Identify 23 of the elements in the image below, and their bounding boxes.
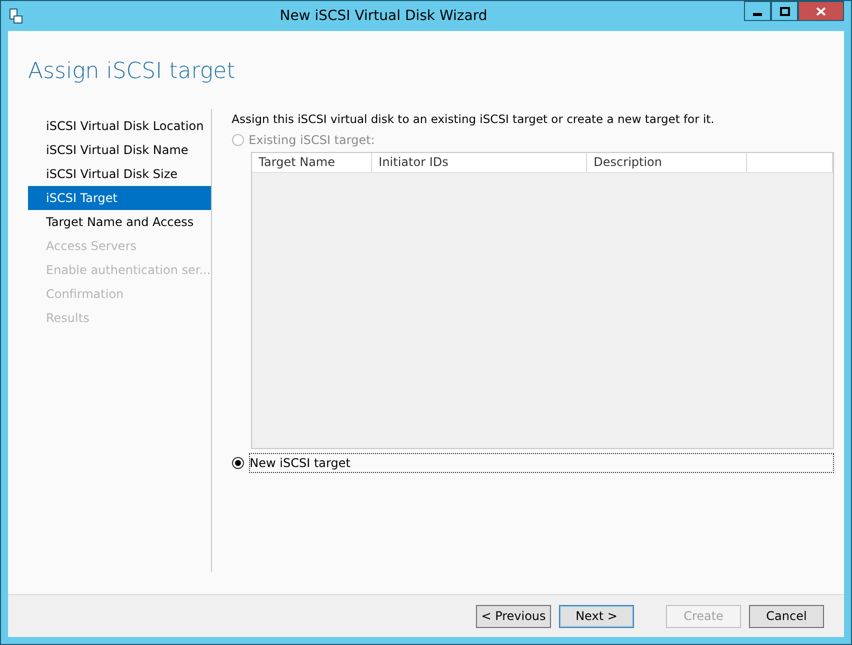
wizard-step[interactable]: iSCSI Virtual Disk Size [28, 162, 211, 186]
wizard-step[interactable]: Target Name and Access [28, 210, 211, 234]
window-title: New iSCSI Virtual Disk Wizard [278, 6, 488, 26]
close-button[interactable] [798, 1, 844, 21]
radio-label[interactable]: New iSCSI target [248, 453, 834, 474]
minimize-icon [753, 12, 762, 16]
wizard-step[interactable]: iSCSI Virtual Disk Name [28, 138, 211, 162]
wizard-step[interactable]: iSCSI Virtual Disk Location [28, 114, 211, 138]
maximize-icon [780, 6, 790, 16]
maximize-button[interactable] [771, 1, 798, 21]
close-icon [816, 6, 826, 16]
server-icon [9, 8, 23, 24]
minimize-button[interactable] [744, 1, 771, 21]
wizard-button[interactable]: < Previous [476, 604, 551, 628]
instruction-text: Assign this iSCSI virtual disk to an existing iSCSI target or create a new target for it. [232, 111, 716, 128]
column-header: Target Name [252, 153, 372, 172]
column-header: Initiator IDs [372, 153, 587, 172]
wizard-button[interactable]: Next > [559, 604, 634, 628]
wizard-step[interactable]: iSCSI Target [28, 186, 211, 210]
column-header: Description [586, 153, 747, 172]
radio-button[interactable] [232, 457, 244, 470]
page-heading: Assign iSCSI target [27, 58, 236, 86]
wizard-button[interactable]: Cancel [749, 604, 824, 628]
